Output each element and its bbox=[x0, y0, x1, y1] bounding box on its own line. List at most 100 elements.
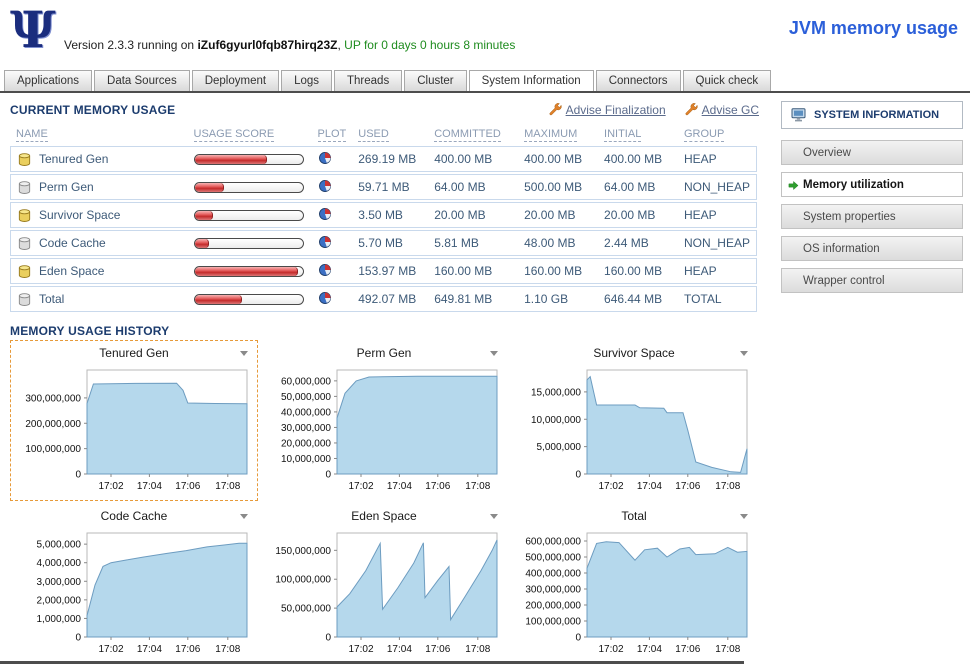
svg-text:17:04: 17:04 bbox=[387, 481, 412, 492]
svg-text:150,000,000: 150,000,000 bbox=[275, 546, 331, 557]
col-header-group[interactable]: GROUP bbox=[678, 126, 757, 144]
used-value: 3.50 MB bbox=[352, 202, 428, 228]
initial-value: 646.44 MB bbox=[598, 286, 678, 312]
svg-text:17:08: 17:08 bbox=[215, 644, 240, 655]
initial-value: 2.44 MB bbox=[598, 230, 678, 256]
sidebar-item-wrapper-control[interactable]: Wrapper control bbox=[781, 268, 963, 293]
svg-text:2,000,000: 2,000,000 bbox=[37, 595, 82, 606]
chart-total[interactable]: Total 0100,000,000200,000,000300,000,000… bbox=[510, 503, 758, 664]
tab-system-information[interactable]: System Information bbox=[469, 70, 594, 91]
maximum-value: 1.10 GB bbox=[518, 286, 598, 312]
advise-finalization-link[interactable]: Advise Finalization bbox=[548, 103, 666, 117]
svg-text:0: 0 bbox=[575, 470, 581, 481]
used-value: 153.97 MB bbox=[352, 258, 428, 284]
sidebar-item-system-properties[interactable]: System properties bbox=[781, 204, 963, 229]
wrench-icon bbox=[548, 103, 562, 117]
svg-text:100,000,000: 100,000,000 bbox=[525, 617, 581, 628]
memory-pool-icon bbox=[17, 180, 32, 195]
used-value: 59.71 MB bbox=[352, 174, 428, 200]
tab-logs[interactable]: Logs bbox=[281, 70, 332, 91]
col-header-committed[interactable]: COMMITTED bbox=[428, 126, 518, 144]
svg-text:17:06: 17:06 bbox=[675, 481, 700, 492]
table-row: Tenured Gen 269.19 MB 400.00 MB 400.00 M… bbox=[10, 146, 757, 172]
svg-text:17:04: 17:04 bbox=[637, 481, 662, 492]
sidebar-item-overview[interactable]: Overview bbox=[781, 140, 963, 165]
svg-text:30,000,000: 30,000,000 bbox=[281, 423, 331, 434]
chart-title: Tenured Gen bbox=[99, 346, 168, 360]
chart-dropdown-icon[interactable] bbox=[240, 514, 248, 523]
svg-text:17:08: 17:08 bbox=[715, 481, 740, 492]
usage-score-bar bbox=[194, 210, 304, 221]
col-header-plot[interactable]: PLOT bbox=[312, 126, 353, 144]
svg-text:10,000,000: 10,000,000 bbox=[281, 454, 331, 465]
maximum-value: 400.00 MB bbox=[518, 146, 598, 172]
tab-threads[interactable]: Threads bbox=[334, 70, 402, 91]
plot-icon[interactable] bbox=[318, 151, 332, 165]
chart-tenured-gen[interactable]: Tenured Gen 0100,000,000200,000,000300,0… bbox=[10, 340, 258, 501]
svg-text:0: 0 bbox=[75, 470, 81, 481]
memory-pool-icon bbox=[17, 208, 32, 223]
chart-dropdown-icon[interactable] bbox=[490, 514, 498, 523]
tab-cluster[interactable]: Cluster bbox=[404, 70, 466, 91]
advise-gc-label: Advise GC bbox=[702, 103, 759, 117]
chart-dropdown-icon[interactable] bbox=[240, 351, 248, 360]
chart-perm-gen[interactable]: Perm Gen 010,000,00020,000,00030,000,000… bbox=[260, 340, 508, 501]
initial-value: 20.00 MB bbox=[598, 202, 678, 228]
pool-name: Code Cache bbox=[39, 236, 106, 250]
col-header-usage-score[interactable]: USAGE SCORE bbox=[188, 126, 312, 144]
col-header-used[interactable]: USED bbox=[352, 126, 428, 144]
svg-text:4,000,000: 4,000,000 bbox=[37, 558, 82, 569]
svg-text:17:06: 17:06 bbox=[175, 644, 200, 655]
memory-pool-icon bbox=[17, 264, 32, 279]
svg-text:10,000,000: 10,000,000 bbox=[531, 415, 581, 426]
svg-text:17:04: 17:04 bbox=[137, 644, 162, 655]
tab-deployment[interactable]: Deployment bbox=[192, 70, 279, 91]
chart-title: Eden Space bbox=[351, 509, 416, 523]
tab-bar: Applications Data Sources Deployment Log… bbox=[0, 70, 970, 93]
svg-text:17:04: 17:04 bbox=[637, 644, 662, 655]
col-header-maximum[interactable]: MAXIMUM bbox=[518, 126, 598, 144]
chart-eden-space[interactable]: Eden Space 050,000,000100,000,000150,000… bbox=[260, 503, 508, 664]
svg-text:17:08: 17:08 bbox=[465, 644, 490, 655]
tab-quick-check[interactable]: Quick check bbox=[683, 70, 772, 91]
tab-connectors[interactable]: Connectors bbox=[596, 70, 681, 91]
active-arrow-icon bbox=[788, 180, 799, 194]
advise-gc-link[interactable]: Advise GC bbox=[684, 103, 759, 117]
table-row: Survivor Space 3.50 MB 20.00 MB 20.00 MB… bbox=[10, 202, 757, 228]
svg-text:100,000,000: 100,000,000 bbox=[275, 575, 331, 586]
plot-icon[interactable] bbox=[318, 291, 332, 305]
plot-icon[interactable] bbox=[318, 179, 332, 193]
chart-dropdown-icon[interactable] bbox=[490, 351, 498, 360]
usage-score-bar bbox=[194, 266, 304, 277]
psi-probe-logo[interactable]: Ψ bbox=[10, 0, 56, 59]
svg-text:5,000,000: 5,000,000 bbox=[37, 540, 82, 551]
usage-score-bar bbox=[194, 238, 304, 249]
svg-text:60,000,000: 60,000,000 bbox=[281, 376, 331, 387]
plot-icon[interactable] bbox=[318, 207, 332, 221]
svg-text:17:08: 17:08 bbox=[215, 481, 240, 492]
committed-value: 649.81 MB bbox=[428, 286, 518, 312]
committed-value: 64.00 MB bbox=[428, 174, 518, 200]
tab-applications[interactable]: Applications bbox=[4, 70, 92, 91]
svg-text:17:08: 17:08 bbox=[715, 644, 740, 655]
chart-dropdown-icon[interactable] bbox=[740, 514, 748, 523]
plot-icon[interactable] bbox=[318, 263, 332, 277]
sidebar-item-memory-utilization[interactable]: Memory utilization bbox=[781, 172, 963, 197]
col-header-name[interactable]: NAME bbox=[10, 126, 188, 144]
used-value: 5.70 MB bbox=[352, 230, 428, 256]
col-header-initial[interactable]: INITIAL bbox=[598, 126, 678, 144]
plot-icon[interactable] bbox=[318, 235, 332, 249]
chart-survivor-space[interactable]: Survivor Space 05,000,00010,000,00015,00… bbox=[510, 340, 758, 501]
chart-title: Perm Gen bbox=[357, 346, 412, 360]
chart-dropdown-icon[interactable] bbox=[740, 351, 748, 360]
chart-code-cache[interactable]: Code Cache 01,000,0002,000,0003,000,0004… bbox=[10, 503, 258, 664]
sidebar-item-os-information[interactable]: OS information bbox=[781, 236, 963, 261]
memory-pool-icon bbox=[17, 152, 32, 167]
initial-value: 400.00 MB bbox=[598, 146, 678, 172]
chart-title: Total bbox=[621, 509, 646, 523]
committed-value: 400.00 MB bbox=[428, 146, 518, 172]
tab-data-sources[interactable]: Data Sources bbox=[94, 70, 190, 91]
charts-grid: Tenured Gen 0100,000,000200,000,000300,0… bbox=[10, 340, 767, 664]
sidebar-title: SYSTEM INFORMATION bbox=[781, 101, 963, 129]
committed-value: 20.00 MB bbox=[428, 202, 518, 228]
